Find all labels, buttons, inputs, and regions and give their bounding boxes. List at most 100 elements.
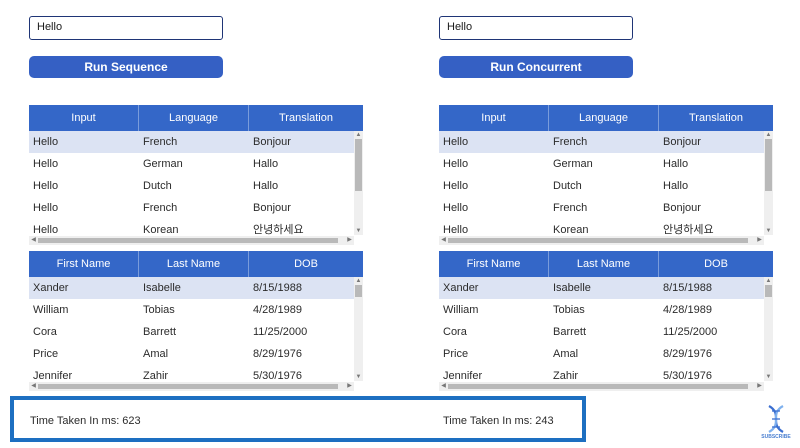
header-translation: Translation bbox=[278, 112, 333, 124]
vertical-scrollbar[interactable]: ▲ ▼ bbox=[764, 131, 773, 235]
table-row[interactable]: Hello French Bonjour bbox=[29, 131, 363, 153]
cell: Amal bbox=[143, 348, 169, 360]
scroll-down-icon[interactable]: ▼ bbox=[354, 373, 363, 381]
cell: Cora bbox=[443, 326, 467, 338]
sequence-text-input[interactable]: Hello bbox=[29, 16, 223, 40]
cell: Xander bbox=[33, 282, 69, 294]
cell: Hello bbox=[443, 158, 469, 170]
run-sequence-button[interactable]: Run Sequence bbox=[29, 56, 223, 78]
header-first-name: First Name bbox=[29, 251, 139, 277]
cell: Barrett bbox=[553, 326, 587, 338]
cell: Bonjour bbox=[253, 136, 291, 148]
cell: 11/25/2000 bbox=[663, 326, 718, 338]
cell: William bbox=[443, 304, 479, 316]
table-row[interactable]: Hello Dutch Hallo bbox=[29, 175, 363, 197]
cell: Isabelle bbox=[143, 282, 181, 294]
table-row[interactable]: Hello German Hallo bbox=[439, 153, 773, 175]
cell: Tobias bbox=[143, 304, 175, 316]
concurrent-people-gallery: First Name Last Name DOB Xander Isabelle… bbox=[439, 251, 773, 391]
scroll-right-icon[interactable]: ▶ bbox=[345, 236, 354, 245]
scroll-up-icon[interactable]: ▲ bbox=[764, 277, 773, 285]
cell: Barrett bbox=[143, 326, 177, 338]
cell: Tobias bbox=[553, 304, 585, 316]
subscribe-logo[interactable]: SUBSCRIBE bbox=[756, 404, 796, 440]
table-row[interactable]: Hello French Bonjour bbox=[439, 131, 773, 153]
scroll-thumb[interactable] bbox=[355, 139, 362, 191]
table-row[interactable]: Cora Barrett 11/25/2000 bbox=[29, 321, 363, 343]
translation-header: Input Language Translation bbox=[439, 105, 773, 131]
scroll-thumb[interactable] bbox=[355, 285, 362, 297]
cell: Amal bbox=[553, 348, 579, 360]
cell: 4/28/1989 bbox=[663, 304, 712, 316]
cell: Hello bbox=[33, 180, 59, 192]
table-row[interactable]: Hello French Bonjour bbox=[439, 197, 773, 219]
cell: German bbox=[553, 158, 593, 170]
concurrent-time-label: Time Taken In ms: 243 bbox=[443, 415, 554, 427]
table-row[interactable]: Xander Isabelle 8/15/1988 bbox=[29, 277, 363, 299]
cell: Hello bbox=[443, 136, 469, 148]
table-row[interactable]: Hello Dutch Hallo bbox=[439, 175, 773, 197]
header-last-name: Last Name bbox=[549, 251, 659, 277]
concurrent-translation-gallery: Input Language Translation Hello French … bbox=[439, 105, 773, 245]
scroll-down-icon[interactable]: ▼ bbox=[764, 227, 773, 235]
table-row[interactable]: Hello German Hallo bbox=[29, 153, 363, 175]
header-last-name: Last Name bbox=[139, 251, 249, 277]
cell: 4/28/1989 bbox=[253, 304, 302, 316]
cell: Hello bbox=[443, 202, 469, 214]
scroll-thumb[interactable] bbox=[765, 285, 772, 297]
cell: William bbox=[33, 304, 69, 316]
scroll-thumb[interactable] bbox=[38, 238, 338, 243]
header-language: Language bbox=[139, 105, 249, 131]
cell: Hallo bbox=[253, 158, 279, 170]
scroll-left-icon[interactable]: ◀ bbox=[29, 382, 38, 391]
cell: 8/29/1976 bbox=[253, 348, 302, 360]
cell: Dutch bbox=[553, 180, 582, 192]
cell: Hello bbox=[33, 202, 59, 214]
scroll-down-icon[interactable]: ▼ bbox=[354, 227, 363, 235]
horizontal-scrollbar[interactable]: ◀ ▶ bbox=[439, 382, 764, 391]
scroll-thumb[interactable] bbox=[765, 139, 772, 191]
scroll-up-icon[interactable]: ▲ bbox=[764, 131, 773, 139]
scroll-down-icon[interactable]: ▼ bbox=[764, 373, 773, 381]
table-row[interactable]: Hello French Bonjour bbox=[29, 197, 363, 219]
scroll-thumb[interactable] bbox=[38, 384, 338, 389]
cell: French bbox=[553, 136, 588, 148]
header-dob: DOB bbox=[704, 258, 728, 270]
scroll-up-icon[interactable]: ▲ bbox=[354, 277, 363, 285]
cell: French bbox=[553, 202, 588, 214]
scroll-up-icon[interactable]: ▲ bbox=[354, 131, 363, 139]
cell: Bonjour bbox=[663, 136, 701, 148]
table-row[interactable]: William Tobias 4/28/1989 bbox=[439, 299, 773, 321]
cell: 11/25/2000 bbox=[253, 326, 308, 338]
header-translation: Translation bbox=[688, 112, 743, 124]
table-row[interactable]: William Tobias 4/28/1989 bbox=[29, 299, 363, 321]
sequence-people-gallery: First Name Last Name DOB Xander Isabelle… bbox=[29, 251, 363, 391]
table-row[interactable]: Cora Barrett 11/25/2000 bbox=[439, 321, 773, 343]
vertical-scrollbar[interactable]: ▲ ▼ bbox=[354, 131, 363, 235]
vertical-scrollbar[interactable]: ▲ ▼ bbox=[354, 277, 363, 381]
header-language: Language bbox=[549, 105, 659, 131]
people-header: First Name Last Name DOB bbox=[439, 251, 773, 277]
scroll-left-icon[interactable]: ◀ bbox=[29, 236, 38, 245]
scroll-right-icon[interactable]: ▶ bbox=[345, 382, 354, 391]
cell: 8/29/1976 bbox=[663, 348, 712, 360]
horizontal-scrollbar[interactable]: ◀ ▶ bbox=[29, 236, 354, 245]
run-concurrent-button[interactable]: Run Concurrent bbox=[439, 56, 633, 78]
cell: French bbox=[143, 136, 178, 148]
table-row[interactable]: Price Amal 8/29/1976 bbox=[29, 343, 363, 365]
horizontal-scrollbar[interactable]: ◀ ▶ bbox=[29, 382, 354, 391]
scroll-left-icon[interactable]: ◀ bbox=[439, 236, 448, 245]
scroll-thumb[interactable] bbox=[448, 238, 748, 243]
concurrent-text-input[interactable]: Hello bbox=[439, 16, 633, 40]
cell: Hallo bbox=[253, 180, 279, 192]
vertical-scrollbar[interactable]: ▲ ▼ bbox=[764, 277, 773, 381]
scroll-right-icon[interactable]: ▶ bbox=[755, 382, 764, 391]
scroll-left-icon[interactable]: ◀ bbox=[439, 382, 448, 391]
scroll-thumb[interactable] bbox=[448, 384, 748, 389]
scroll-right-icon[interactable]: ▶ bbox=[755, 236, 764, 245]
horizontal-scrollbar[interactable]: ◀ ▶ bbox=[439, 236, 764, 245]
table-row[interactable]: Price Amal 8/29/1976 bbox=[439, 343, 773, 365]
table-row[interactable]: Xander Isabelle 8/15/1988 bbox=[439, 277, 773, 299]
translation-header: Input Language Translation bbox=[29, 105, 363, 131]
header-dob: DOB bbox=[294, 258, 318, 270]
